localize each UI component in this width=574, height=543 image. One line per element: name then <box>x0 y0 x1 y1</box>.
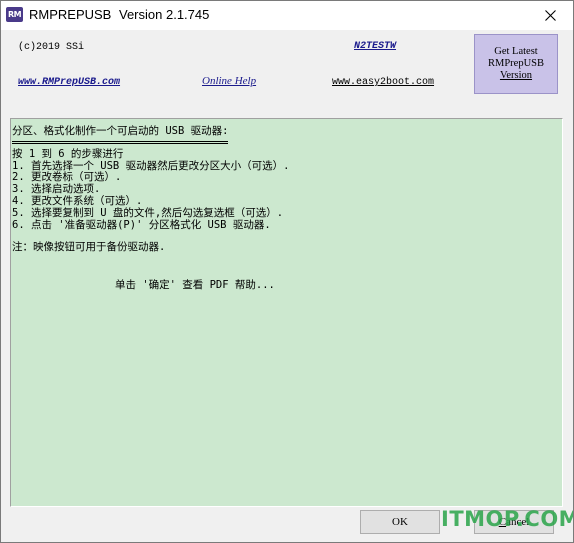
copyright-text: (c)2019 SSi <box>18 42 85 53</box>
instructions-heading: 分区、格式化制作一个可启动的 USB 驱动器: <box>12 125 229 144</box>
app-icon: RM <box>6 7 23 22</box>
instructions-panel: 分区、格式化制作一个可启动的 USB 驱动器: 按 1 到 6 的步骤进行 1.… <box>10 118 563 507</box>
online-help-link[interactable]: Online Help <box>202 75 256 87</box>
get-latest-line1: Get Latest <box>494 46 538 57</box>
get-latest-version-button[interactable]: Get Latest RMPrepUSB Version <box>474 34 558 94</box>
cancel-mnemonic: C <box>498 516 507 528</box>
cancel-label: ancel <box>506 516 530 528</box>
instruction-line: 6. 点击 '准备驱动器(P)' 分区格式化 USB 驱动器. <box>12 218 271 231</box>
instructions-text: 分区、格式化制作一个可启动的 USB 驱动器: 按 1 到 6 的步骤进行 1.… <box>12 125 289 254</box>
instruction-note: 注：映像按钮可用于备份驱动器. <box>12 241 166 254</box>
instructions-footer: 单击 '确定' 查看 PDF 帮助... <box>115 279 275 291</box>
easy2boot-link[interactable]: www.easy2boot.com <box>332 77 434 88</box>
app-version: Version 2.1.745 <box>119 7 210 22</box>
rmprepusb-site-link[interactable]: www.RMPrepUSB.com <box>18 77 120 88</box>
cancel-button[interactable]: Cancel <box>474 510 554 534</box>
nztestw-link[interactable]: N2TESTW <box>354 41 396 52</box>
get-latest-line2: RMPrepUSB <box>487 58 544 69</box>
app-title: RMPREPUSB <box>29 7 112 22</box>
rmprepusb-window: RM RMPREPUSB Version 2.1.745 (c)2019 SSi… <box>0 0 574 543</box>
instruction-line: 按 1 到 6 的步骤进行 <box>12 147 124 160</box>
instruction-line: 5. 选择要复制到 U 盘的文件,然后勾选复选框（可选）. <box>12 206 284 219</box>
close-icon <box>544 10 556 21</box>
get-latest-line3: Version <box>499 70 533 81</box>
title-bar[interactable]: RM RMPREPUSB Version 2.1.745 <box>1 1 573 30</box>
ok-button[interactable]: OK <box>360 510 440 534</box>
close-button[interactable] <box>527 1 573 30</box>
instruction-line: 4. 更改文件系统（可选）. <box>12 194 143 207</box>
